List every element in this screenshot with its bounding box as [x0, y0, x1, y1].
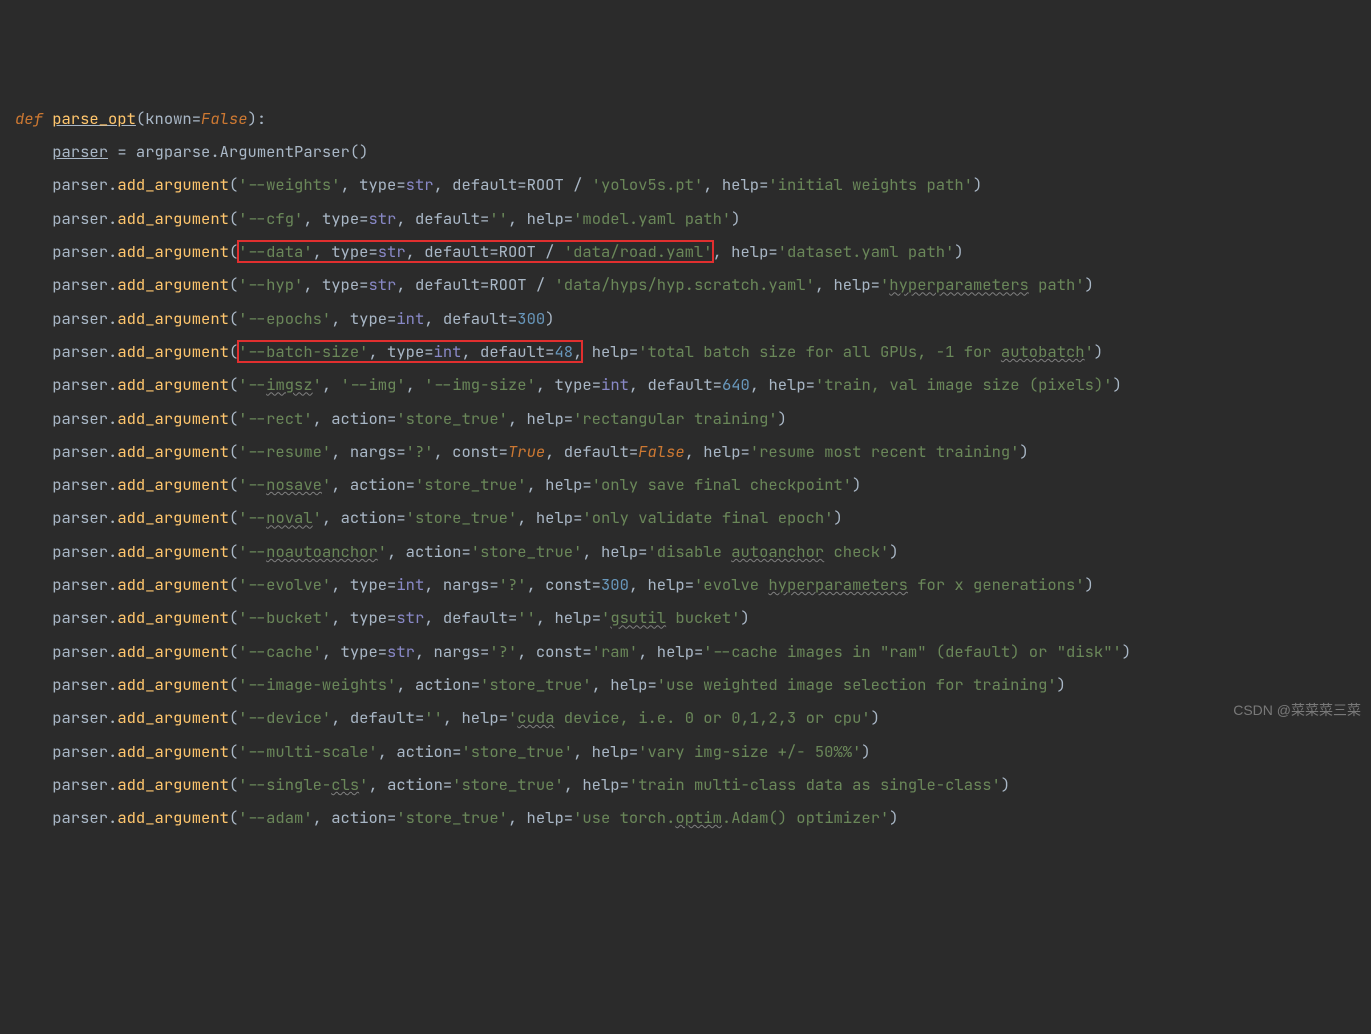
code-line: parser.add_argument('--cfg', type=str, d… — [15, 208, 741, 229]
code-line: parser.add_argument('--noautoanchor', ac… — [15, 541, 899, 562]
code-line: parser = argparse.ArgumentParser() — [15, 141, 368, 162]
highlight-data-arg: '--data', type=str, default=ROOT / 'data… — [238, 241, 712, 262]
code-editor[interactable]: def parse_opt(known=False): parser = arg… — [15, 102, 1371, 835]
fn-name: parse_opt — [52, 108, 136, 129]
code-line: def parse_opt(known=False): — [15, 108, 266, 129]
code-line: parser.add_argument('--single-cls', acti… — [15, 774, 1010, 795]
code-line: parser.add_argument('--weights', type=st… — [15, 174, 982, 195]
code-line: parser.add_argument('--imgsz', '--img', … — [15, 374, 1122, 395]
code-line: parser.add_argument('--adam', action='st… — [15, 807, 899, 828]
code-line: parser.add_argument('--batch-size', type… — [15, 341, 1103, 362]
code-line: parser.add_argument('--evolve', type=int… — [15, 574, 1094, 595]
code-line: parser.add_argument('--data', type=str, … — [15, 241, 964, 262]
keyword-false: False — [201, 108, 248, 129]
highlight-batch-size-arg: '--batch-size', type=int, default=48, — [238, 341, 582, 362]
code-line: parser.add_argument('--multi-scale', act… — [15, 741, 871, 762]
code-line: parser.add_argument('--nosave', action='… — [15, 474, 861, 495]
code-line: parser.add_argument('--epochs', type=int… — [15, 308, 555, 329]
code-line: parser.add_argument('--bucket', type=str… — [15, 607, 750, 628]
keyword-def: def — [15, 108, 52, 129]
code-line: parser.add_argument('--device', default=… — [15, 707, 880, 728]
code-line: parser.add_argument('--image-weights', a… — [15, 674, 1066, 695]
code-line: parser.add_argument('--hyp', type=str, d… — [15, 274, 1094, 295]
code-line: parser.add_argument('--resume', nargs='?… — [15, 441, 1029, 462]
code-line: parser.add_argument('--rect', action='st… — [15, 408, 787, 429]
code-line: parser.add_argument('--cache', type=str,… — [15, 641, 1131, 662]
code-line: parser.add_argument('--noval', action='s… — [15, 507, 843, 528]
